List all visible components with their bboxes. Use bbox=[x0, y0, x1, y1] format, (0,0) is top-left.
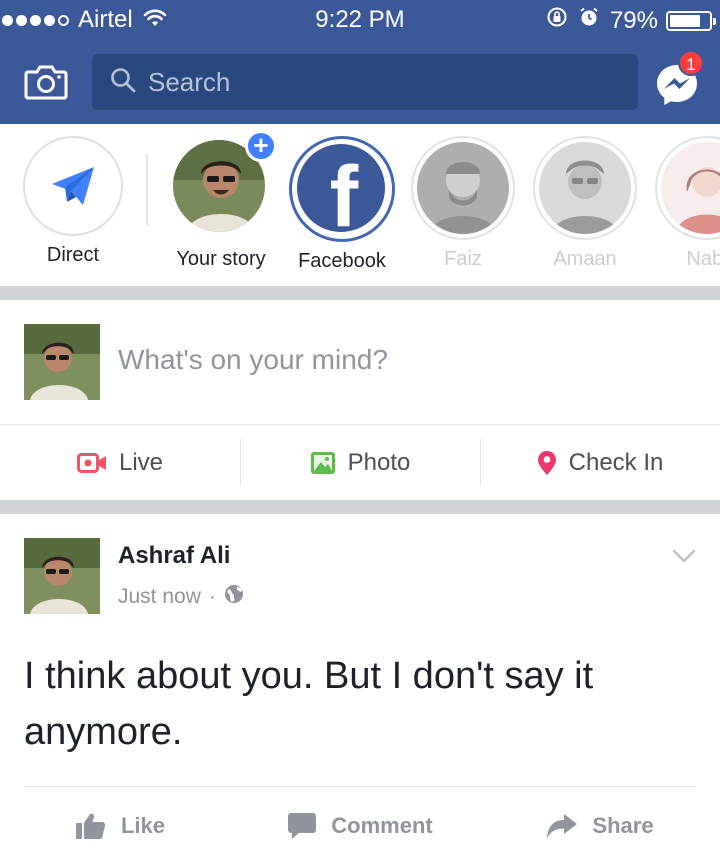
story-faiz[interactable]: Faiz bbox=[408, 136, 518, 271]
post-timestamp[interactable]: Just now bbox=[118, 585, 201, 609]
section-separator bbox=[0, 500, 720, 514]
alarm-icon bbox=[578, 6, 600, 35]
story-nabi[interactable]: Nabi bbox=[652, 136, 720, 271]
story-your-story[interactable]: + Your story bbox=[166, 130, 277, 271]
like-button[interactable]: Like bbox=[0, 794, 240, 858]
story-avatar[interactable] bbox=[655, 136, 720, 240]
battery-icon bbox=[666, 10, 716, 31]
feed-post: Ashraf Ali Just now · I think about you.… bbox=[0, 514, 720, 863]
battery-percentage: 79% bbox=[609, 6, 658, 34]
live-video-icon bbox=[76, 452, 107, 474]
check-in-label: Check In bbox=[568, 448, 664, 476]
live-label: Live bbox=[118, 448, 164, 476]
whats-on-your-mind-input[interactable]: What's on your mind? bbox=[118, 344, 388, 376]
story-direct[interactable]: Direct bbox=[18, 136, 128, 267]
like-label: Like bbox=[120, 813, 166, 838]
battery-level-fill bbox=[670, 14, 701, 27]
your-story-avatar[interactable]: + bbox=[169, 130, 277, 240]
comment-icon bbox=[287, 812, 317, 840]
post-actions: Like Comment Share bbox=[0, 794, 720, 858]
avatar[interactable] bbox=[24, 538, 100, 614]
photo-icon bbox=[310, 451, 336, 475]
thumbs-up-icon bbox=[75, 812, 107, 840]
share-label: Share bbox=[592, 813, 654, 838]
status-composer: What's on your mind? Live Photo Check In bbox=[0, 300, 720, 500]
photo-label: Photo bbox=[347, 448, 411, 476]
post-body-text: I think about you. But I don't say it an… bbox=[24, 655, 594, 753]
story-label: Nabi bbox=[686, 248, 720, 270]
search-input[interactable] bbox=[148, 66, 628, 98]
composer-actions: Live Photo Check In bbox=[0, 424, 720, 500]
top-navigation-bar: Airtel 9:22 PM 79% Search 1 bbox=[0, 0, 720, 124]
search-bar[interactable] bbox=[92, 54, 638, 110]
search-icon bbox=[110, 67, 136, 98]
check-in-button[interactable]: Check In bbox=[480, 425, 720, 500]
story-label: Facebook bbox=[298, 250, 386, 272]
orientation-lock-icon bbox=[546, 6, 568, 35]
story-facebook[interactable]: f Facebook bbox=[287, 136, 397, 273]
live-button[interactable]: Live bbox=[0, 425, 240, 500]
photo-button[interactable]: Photo bbox=[240, 425, 480, 500]
post-author-name[interactable]: Ashraf Ali bbox=[118, 542, 230, 570]
story-label: Your story bbox=[176, 248, 266, 270]
comment-button[interactable]: Comment bbox=[240, 794, 480, 858]
status-bar: Airtel 9:22 PM 79% bbox=[0, 0, 720, 40]
comment-label: Comment bbox=[331, 813, 433, 838]
status-bar-right: 79% bbox=[546, 6, 716, 35]
stories-divider bbox=[146, 154, 148, 226]
add-story-plus-icon[interactable]: + bbox=[245, 130, 277, 162]
avatar bbox=[661, 142, 720, 234]
globe-icon bbox=[224, 584, 244, 610]
avatar bbox=[539, 142, 631, 234]
post-divider bbox=[24, 786, 696, 787]
facebook-logo-icon: f bbox=[297, 144, 385, 245]
meta-separator: · bbox=[208, 585, 216, 608]
camera-icon bbox=[24, 65, 68, 100]
location-pin-icon bbox=[537, 450, 557, 476]
share-button[interactable]: Share bbox=[480, 794, 720, 858]
section-separator bbox=[0, 286, 720, 300]
story-label: Direct bbox=[46, 244, 100, 266]
story-label: Faiz bbox=[444, 248, 482, 270]
story-amaan[interactable]: Amaan bbox=[530, 136, 640, 271]
facebook-story-ring[interactable]: f bbox=[289, 136, 395, 245]
camera-button[interactable] bbox=[24, 64, 68, 100]
post-options-chevron-icon[interactable] bbox=[672, 548, 696, 564]
stories-tray: Direct + Your story f Facebook Faiz Amaa… bbox=[0, 124, 720, 286]
avatar bbox=[417, 142, 509, 234]
direct-button[interactable] bbox=[23, 136, 123, 236]
story-avatar[interactable] bbox=[411, 136, 515, 240]
avatar[interactable] bbox=[24, 324, 100, 400]
post-meta: Just now · bbox=[118, 584, 244, 610]
paper-plane-icon bbox=[52, 167, 94, 205]
story-label: Amaan bbox=[553, 248, 617, 270]
messenger-notification-badge: 1 bbox=[678, 50, 704, 76]
share-arrow-icon bbox=[546, 813, 578, 839]
story-avatar[interactable] bbox=[533, 136, 637, 240]
